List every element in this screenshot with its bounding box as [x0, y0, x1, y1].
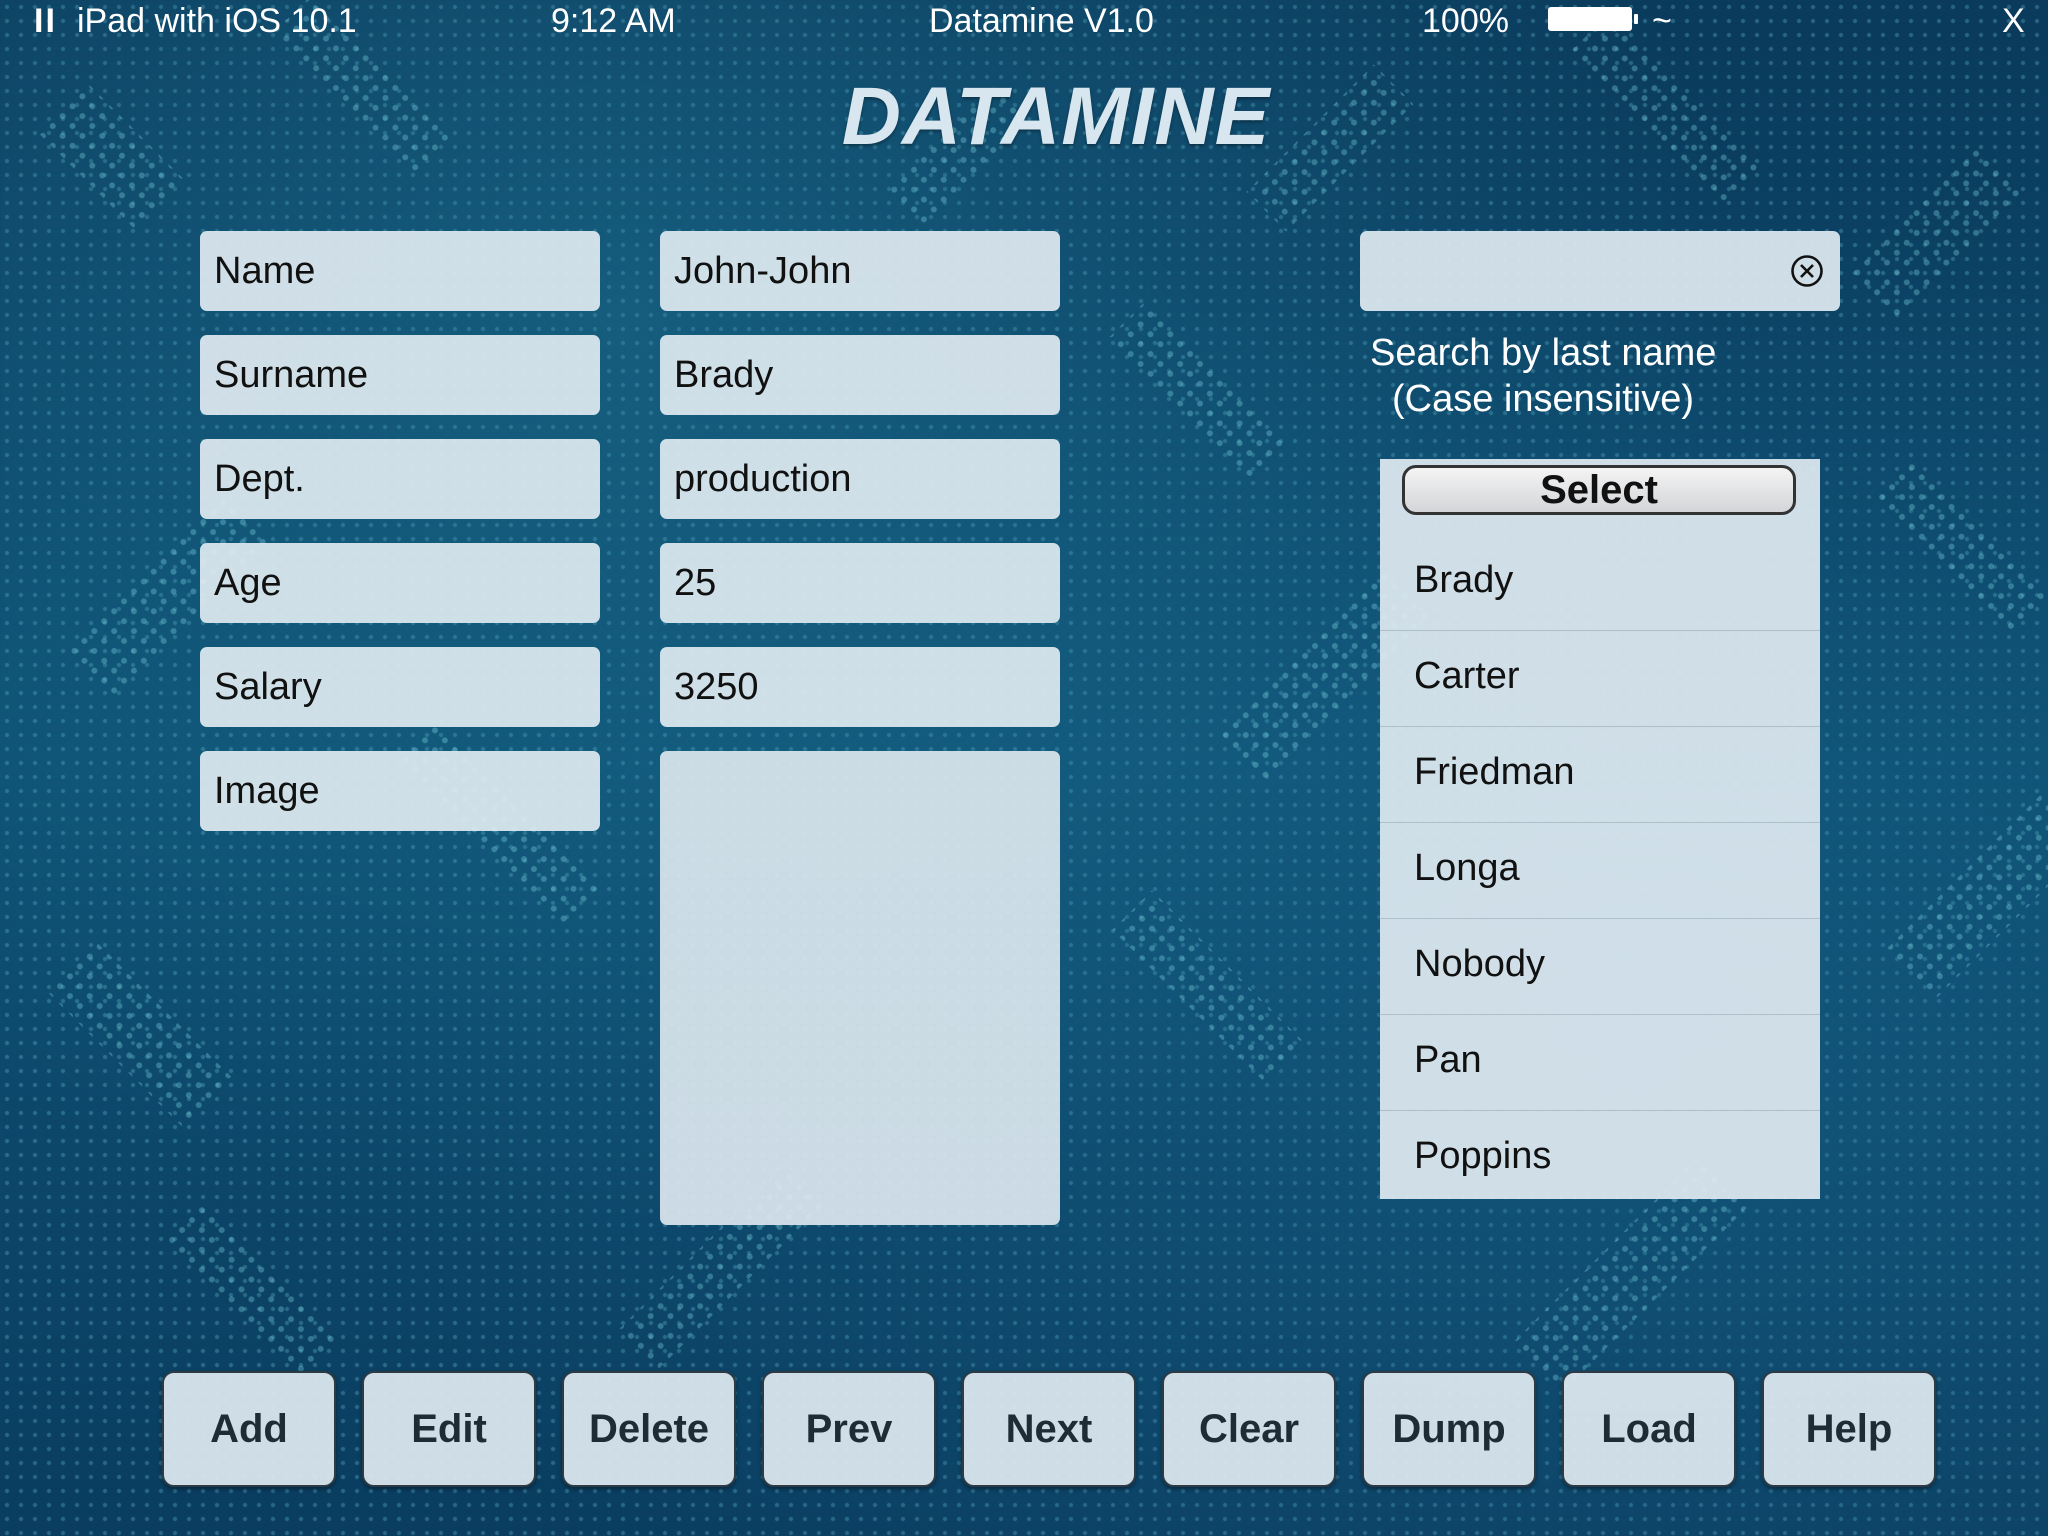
- battery-icon: [1548, 7, 1638, 31]
- edit-button[interactable]: Edit: [362, 1371, 536, 1487]
- list-item[interactable]: Friedman: [1380, 727, 1820, 823]
- clear-search-icon[interactable]: [1790, 254, 1824, 288]
- list-item[interactable]: Longa: [1380, 823, 1820, 919]
- clock: 9:12 AM: [551, 2, 676, 40]
- wifi-icon: ~: [1652, 2, 1672, 40]
- list-item[interactable]: Nobody: [1380, 919, 1820, 1015]
- app-title: DATAMINE: [841, 71, 1271, 162]
- next-button[interactable]: Next: [962, 1371, 1136, 1487]
- device-label: iPad with iOS 10.1: [77, 2, 357, 40]
- battery-percent: 100%: [1422, 2, 1509, 40]
- window-title: Datamine V1.0: [929, 2, 1154, 40]
- search-hint-line1: Search by last name: [1370, 332, 1717, 374]
- list-item[interactable]: Brady: [1380, 535, 1820, 631]
- dept-label: Dept.: [200, 439, 600, 519]
- dept-field[interactable]: production: [660, 439, 1060, 519]
- select-button[interactable]: Select: [1402, 465, 1796, 515]
- surname-list: Brady Carter Friedman Longa Nobody Pan P…: [1380, 535, 1820, 1207]
- pause-icon[interactable]: II: [34, 0, 57, 42]
- salary-field[interactable]: 3250: [660, 647, 1060, 727]
- delete-button[interactable]: Delete: [562, 1371, 736, 1487]
- age-label: Age: [200, 543, 600, 623]
- add-button[interactable]: Add: [162, 1371, 336, 1487]
- surname-field[interactable]: Brady: [660, 335, 1060, 415]
- name-label: Name: [200, 231, 600, 311]
- salary-label: Salary: [200, 647, 600, 727]
- clear-button[interactable]: Clear: [1162, 1371, 1336, 1487]
- close-button[interactable]: X: [2002, 0, 2025, 42]
- search-box[interactable]: [1360, 231, 1840, 311]
- age-field[interactable]: 25: [660, 543, 1060, 623]
- image-box[interactable]: [660, 751, 1060, 1225]
- help-button[interactable]: Help: [1762, 1371, 1936, 1487]
- search-input[interactable]: [1374, 241, 1778, 303]
- list-item[interactable]: Poppins: [1380, 1111, 1820, 1207]
- list-item[interactable]: Carter: [1380, 631, 1820, 727]
- prev-button[interactable]: Prev: [762, 1371, 936, 1487]
- status-bar: II iPad with iOS 10.1 9:12 AM Datamine V…: [0, 0, 2048, 44]
- surname-label: Surname: [200, 335, 600, 415]
- list-item[interactable]: Pan: [1380, 1015, 1820, 1111]
- load-button[interactable]: Load: [1562, 1371, 1736, 1487]
- search-hint: Search by last name (Case insensitive): [1370, 330, 1716, 422]
- search-hint-line2: (Case insensitive): [1392, 378, 1694, 420]
- surname-picker[interactable]: Select Brady Carter Friedman Longa Nobod…: [1380, 459, 1820, 1199]
- dump-button[interactable]: Dump: [1362, 1371, 1536, 1487]
- image-label: Image: [200, 751, 600, 831]
- name-field[interactable]: John-John: [660, 231, 1060, 311]
